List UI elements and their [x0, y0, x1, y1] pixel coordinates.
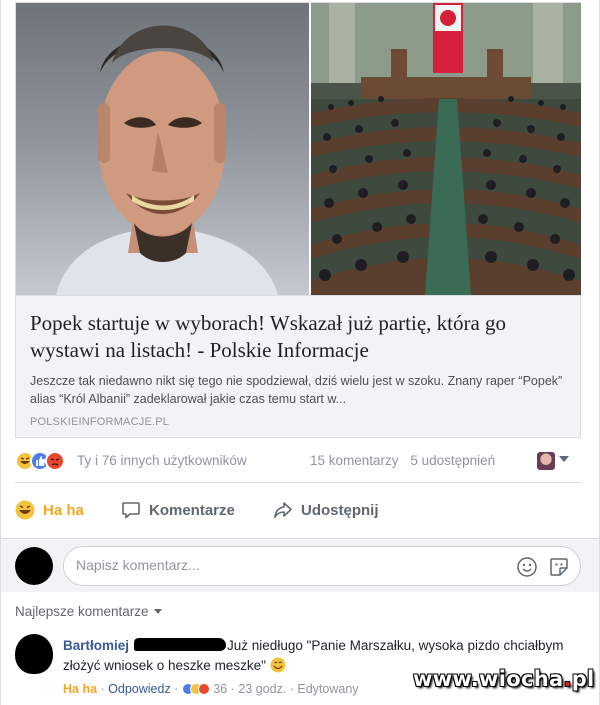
comment-reactions[interactable]: 36 — [181, 682, 228, 696]
post-stats-bar: Ty i 76 innych użytkowników 15 komentarz… — [15, 448, 581, 474]
rapper-portrait-image[interactable] — [16, 3, 309, 295]
comment-composer — [1, 538, 599, 592]
comment-time[interactable]: 23 godz. — [238, 682, 286, 696]
comment-filter-label: Najlepsze komentarze — [15, 604, 149, 619]
watermark-text: www.wiocha — [413, 667, 564, 691]
share-button[interactable]: Udostępnij — [273, 494, 379, 526]
comment-bubble-icon — [122, 502, 140, 519]
link-description: Jeszcze tak niedawno nikt się tego nie s… — [30, 374, 563, 406]
parliament-chamber-image[interactable] — [311, 3, 581, 295]
comment-filter-dropdown[interactable]: Najlepsze komentarze — [15, 604, 162, 619]
facebook-post-card: Popek startuje w wyborach! Wskazał już p… — [0, 0, 600, 705]
share-button-label: Udostępnij — [301, 501, 379, 519]
smile-emoji-icon — [270, 657, 286, 673]
viewer-avatar[interactable] — [537, 452, 555, 470]
comment-edited[interactable]: Edytowany — [297, 682, 358, 696]
comment-button-label: Komentarze — [149, 501, 235, 519]
chevron-down-icon[interactable] — [559, 456, 569, 462]
comment-reply-link[interactable]: Odpowiedz — [108, 682, 171, 696]
emoji-icon[interactable] — [516, 556, 538, 578]
avatar[interactable] — [15, 547, 53, 585]
chevron-down-icon — [153, 609, 162, 614]
link-domain: POLSKIEINFORMACJE.PL — [30, 416, 170, 428]
divider — [15, 482, 581, 483]
redacted-surname — [134, 638, 227, 651]
link-preview[interactable]: Popek startuje w wyborach! Wskazał już p… — [15, 2, 581, 438]
comment-author-avatar[interactable] — [15, 634, 53, 674]
watermark-tld: pl — [571, 667, 595, 691]
watermark-dot: . — [563, 667, 572, 691]
comment-author-name[interactable]: Bartłomiej — [63, 638, 129, 653]
watermark: www.wiocha.pl — [413, 667, 595, 691]
shares-count[interactable]: 5 udostępnień — [410, 453, 495, 468]
sticker-icon[interactable] — [548, 556, 570, 578]
likers-text[interactable]: Ty i 76 innych użytkowników — [77, 453, 247, 468]
reaction-summary[interactable] — [15, 451, 75, 471]
comment-haha-link[interactable]: Ha ha — [63, 682, 97, 696]
haha-icon — [15, 500, 35, 520]
link-preview-text[interactable]: Popek startuje w wyborach! Wskazał już p… — [16, 295, 580, 437]
angry-icon — [197, 683, 210, 695]
engagement-counts: 15 komentarzy 5 udostępnień — [310, 453, 495, 468]
haha-react-button[interactable]: Ha ha — [15, 494, 84, 526]
link-headline[interactable]: Popek startuje w wyborach! Wskazał już p… — [30, 310, 568, 364]
comments-count[interactable]: 15 komentarzy — [310, 453, 399, 468]
post-actions: Ha ha Komentarze Udostępnij — [15, 494, 581, 526]
comment-input-wrapper[interactable] — [63, 546, 581, 586]
angry-icon — [45, 451, 65, 471]
haha-react-label: Ha ha — [43, 501, 84, 519]
comment-input[interactable] — [76, 557, 496, 573]
share-arrow-icon — [274, 502, 292, 518]
comment-button[interactable]: Komentarze — [121, 494, 235, 526]
comment-reaction-count: 36 — [213, 682, 228, 696]
